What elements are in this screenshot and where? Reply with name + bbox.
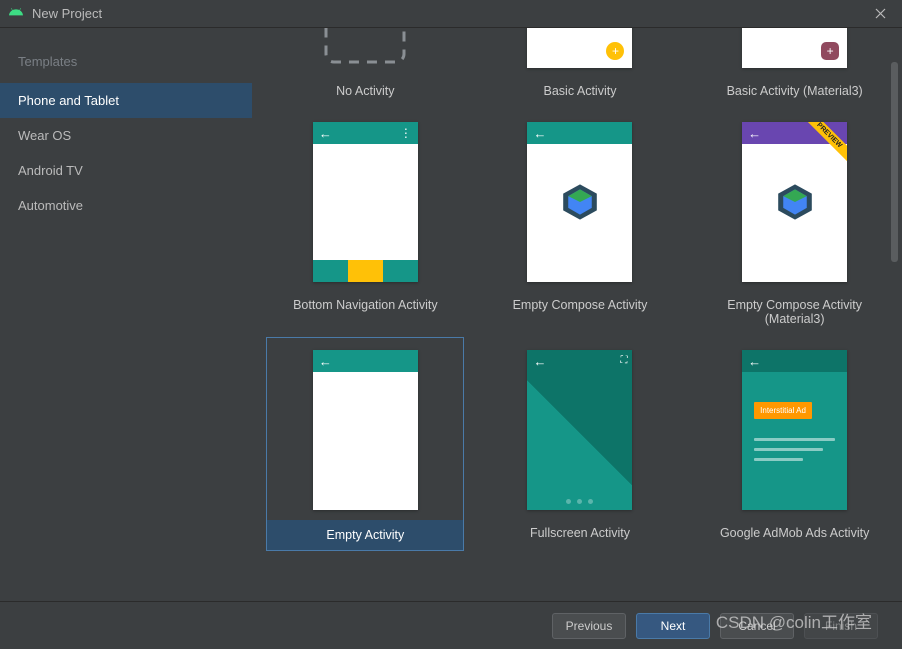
template-preview: + <box>742 28 847 68</box>
fab-icon: + <box>821 42 839 60</box>
previous-button[interactable]: Previous <box>552 613 626 639</box>
template-preview: ← ⋮ <box>313 122 418 282</box>
back-arrow-icon: ← <box>319 354 332 369</box>
template-preview: ← <box>313 350 418 510</box>
back-arrow-icon: ← <box>533 126 546 141</box>
next-button[interactable]: Next <box>636 613 710 639</box>
back-arrow-icon: ← <box>319 126 332 141</box>
back-arrow-icon: ← <box>533 354 546 369</box>
close-button[interactable] <box>866 0 894 28</box>
sidebar-item-label: Wear OS <box>18 128 71 143</box>
sidebar: Templates Phone and Tablet Wear OS Andro… <box>0 28 252 601</box>
template-grid-container: No Activity + Basic Activity + Basic Act… <box>252 28 902 601</box>
text-lines-icon <box>754 438 835 468</box>
template-preview: + <box>527 28 632 68</box>
window-title: New Project <box>32 6 866 21</box>
preview-bottom-nav <box>313 260 418 282</box>
template-label: Basic Activity <box>481 78 679 104</box>
sidebar-item-label: Android TV <box>18 163 83 178</box>
template-label: Bottom Navigation Activity <box>266 292 464 318</box>
template-label: No Activity <box>266 78 464 104</box>
template-preview <box>313 28 418 68</box>
template-admob[interactable]: ← Interstitial Ad Google AdMob Ads Activ… <box>696 350 894 551</box>
sidebar-item-label: Automotive <box>18 198 83 213</box>
template-bottom-navigation[interactable]: ← ⋮ Bottom Navigation Activity <box>266 122 464 332</box>
template-empty-activity[interactable]: ← Empty Activity <box>266 337 464 551</box>
finish-button: Finish <box>804 613 878 639</box>
template-label: Basic Activity (Material3) <box>696 78 894 104</box>
template-empty-compose-m3[interactable]: ← PREVIEW Empty Compose Activity (Materi… <box>696 122 894 332</box>
preview-topbar: ← <box>742 350 847 372</box>
scrollbar[interactable] <box>891 62 898 292</box>
compose-logo-icon <box>774 181 816 223</box>
button-bar: Previous Next Cancel Finish <box>0 601 902 649</box>
template-no-activity[interactable]: No Activity <box>266 28 464 104</box>
template-basic-activity-m3[interactable]: + Basic Activity (Material3) <box>696 28 894 104</box>
sidebar-item-phone-tablet[interactable]: Phone and Tablet <box>0 83 252 118</box>
preview-topbar: ← <box>527 122 632 144</box>
pager-dots-icon <box>527 499 632 504</box>
template-preview: ← <box>527 122 632 282</box>
sidebar-header: Templates <box>0 46 252 83</box>
template-empty-compose[interactable]: ← Empty Compose Activity <box>481 122 679 332</box>
cancel-button[interactable]: Cancel <box>720 613 794 639</box>
preview-topbar: ← <box>527 350 632 372</box>
template-label: Fullscreen Activity <box>481 520 679 546</box>
sidebar-item-automotive[interactable]: Automotive <box>0 188 252 223</box>
template-label: Google AdMob Ads Activity <box>696 520 894 546</box>
template-basic-activity[interactable]: + Basic Activity <box>481 28 679 104</box>
sidebar-item-label: Phone and Tablet <box>18 93 119 108</box>
template-grid: No Activity + Basic Activity + Basic Act… <box>262 28 898 551</box>
close-icon <box>875 8 886 19</box>
preview-topbar: ← ⋮ <box>313 122 418 144</box>
template-preview: ← ⛶ <box>527 350 632 510</box>
sidebar-item-wear-os[interactable]: Wear OS <box>0 118 252 153</box>
template-fullscreen[interactable]: ← ⛶ Fullscreen Activity <box>481 350 679 551</box>
template-label: Empty Compose Activity <box>481 292 679 318</box>
preview-topbar: ← <box>313 350 418 372</box>
template-preview: ← PREVIEW <box>742 122 847 282</box>
template-label: Empty Activity <box>267 520 463 550</box>
compose-logo-icon <box>559 181 601 223</box>
sidebar-item-android-tv[interactable]: Android TV <box>0 153 252 188</box>
back-arrow-icon: ← <box>748 126 761 141</box>
expand-icon: ⛶ <box>620 355 627 366</box>
title-bar: New Project <box>0 0 902 28</box>
template-preview: ← Interstitial Ad <box>742 350 847 510</box>
menu-dots-icon: ⋮ <box>400 126 412 140</box>
dashed-rect-icon <box>320 28 410 68</box>
scrollbar-thumb[interactable] <box>891 62 898 262</box>
admob-button-label: Interstitial Ad <box>754 402 812 419</box>
template-label: Empty Compose Activity (Material3) <box>696 292 894 332</box>
main-area: Templates Phone and Tablet Wear OS Andro… <box>0 28 902 601</box>
android-icon <box>8 6 24 22</box>
back-arrow-icon: ← <box>748 354 761 369</box>
fab-icon: + <box>606 42 624 60</box>
